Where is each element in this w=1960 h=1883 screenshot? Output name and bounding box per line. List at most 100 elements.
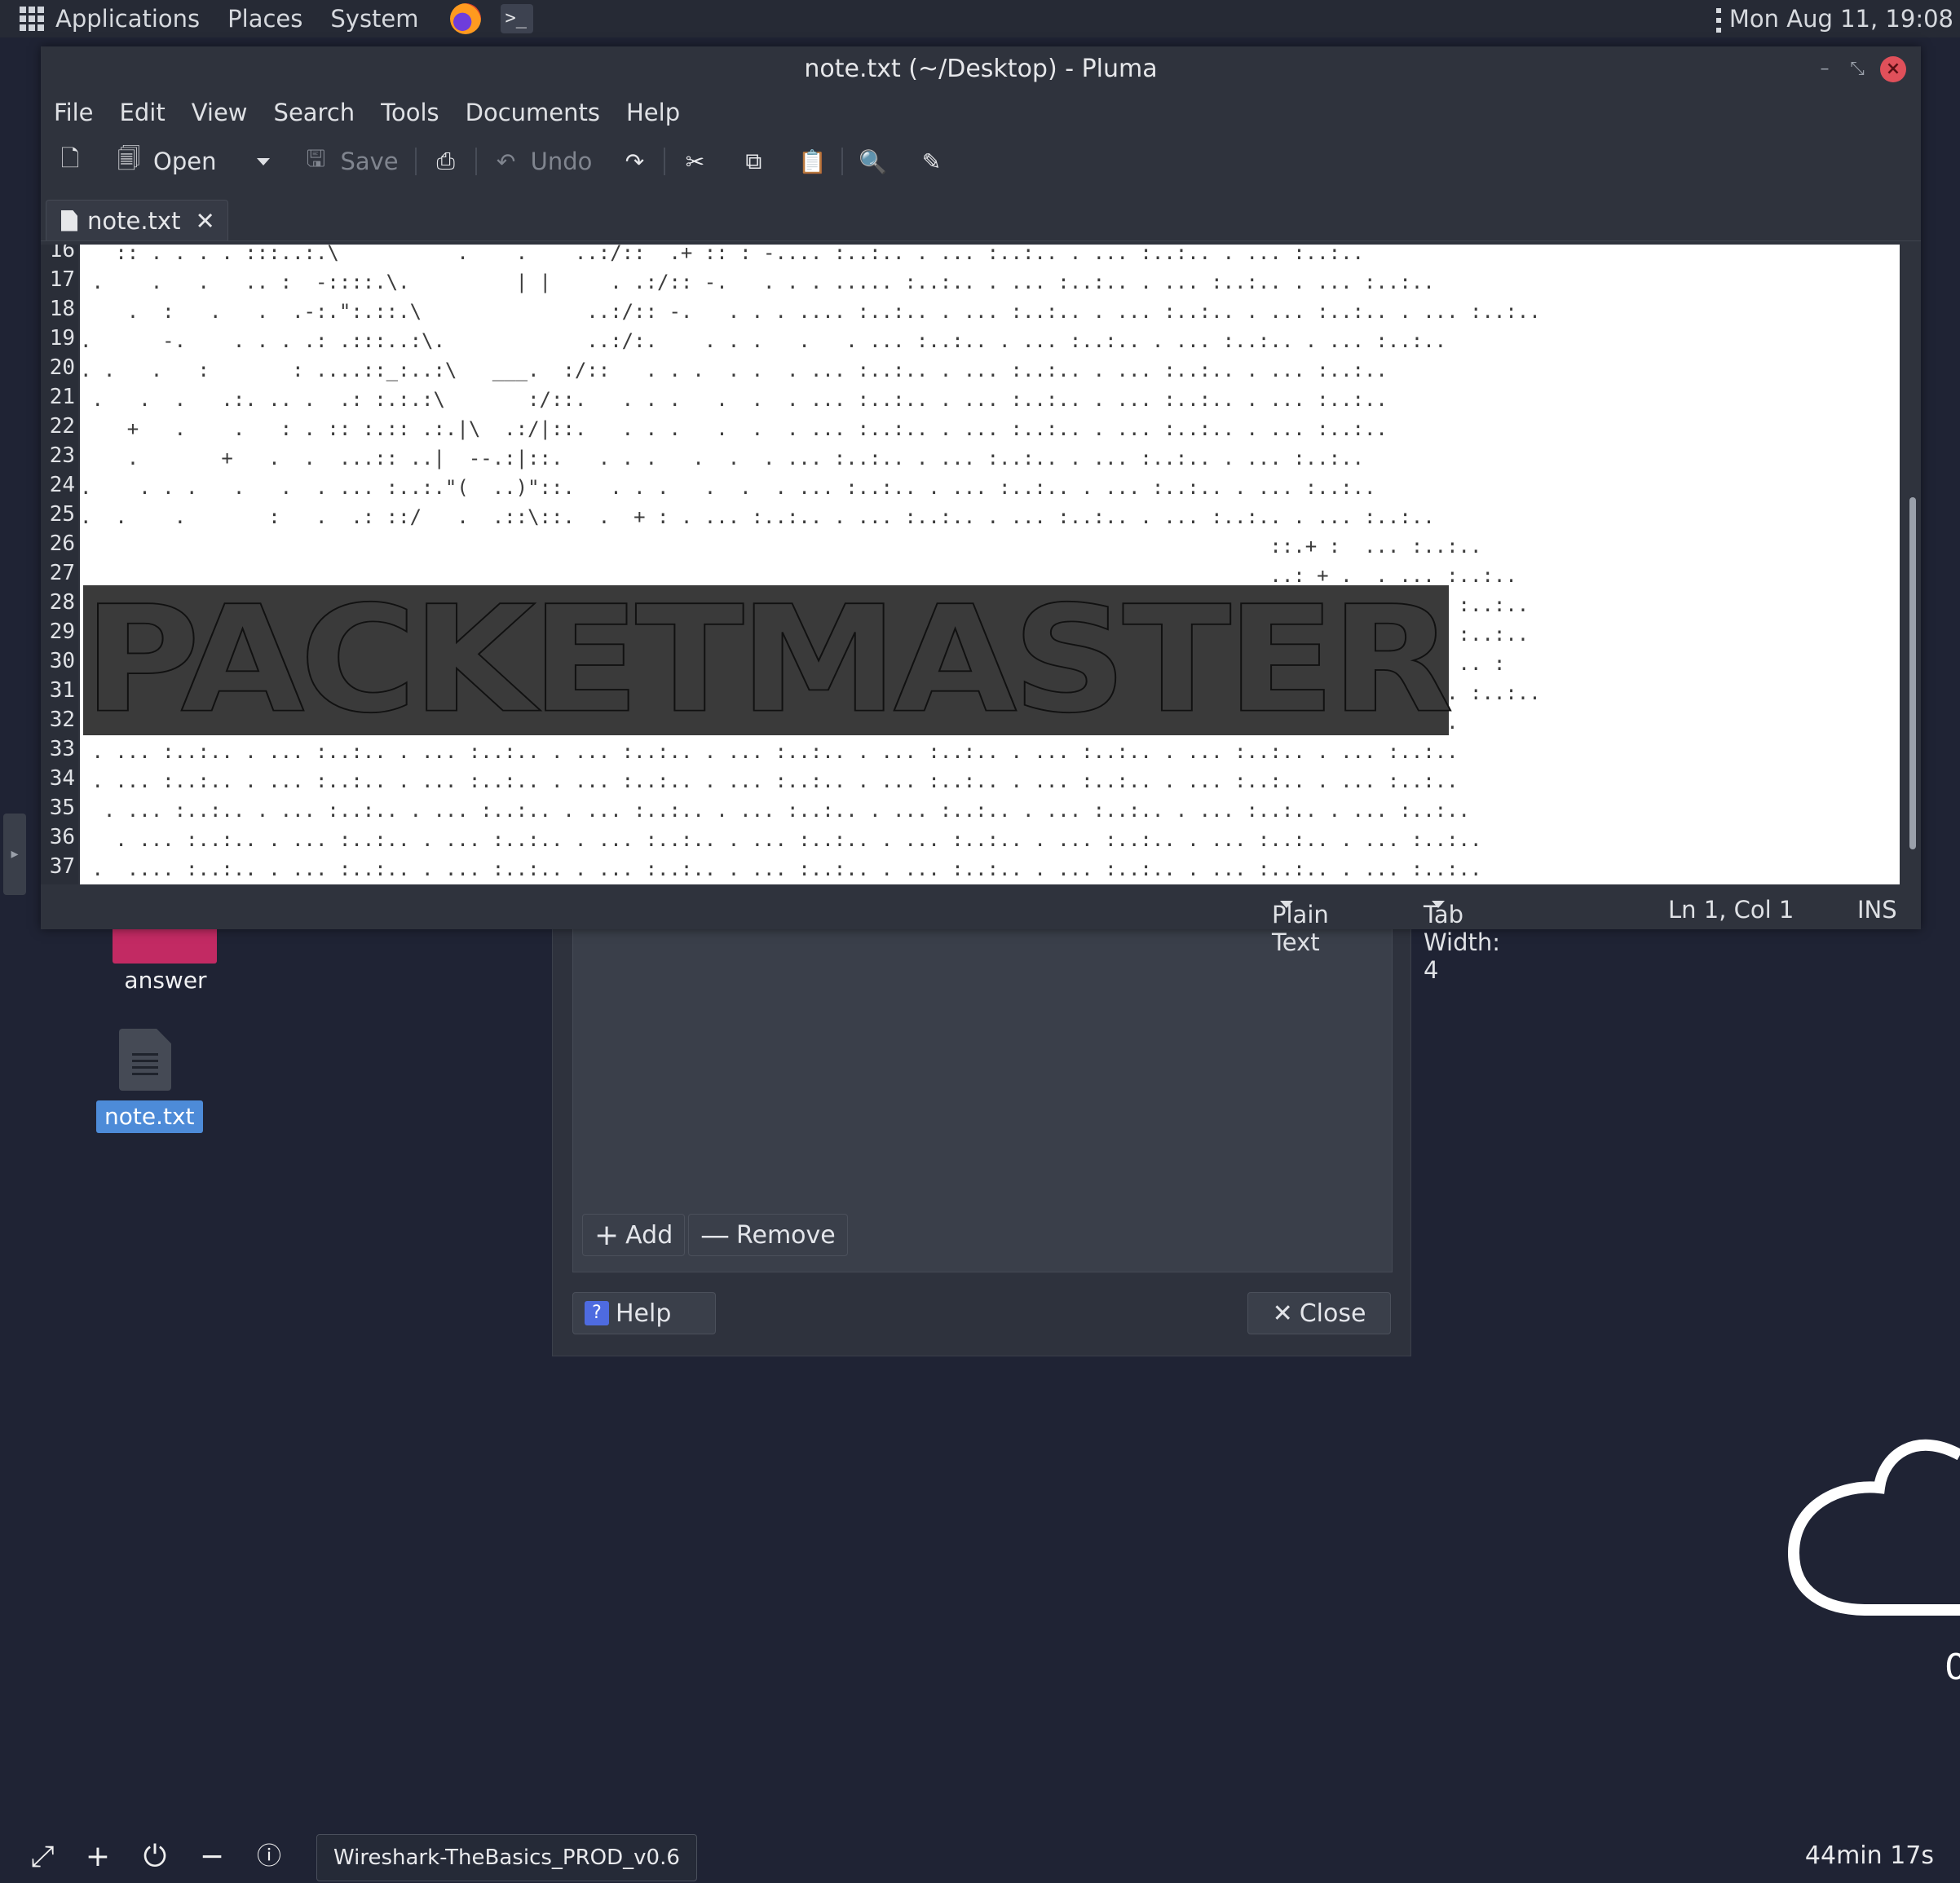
system-menu[interactable]: System [330, 5, 418, 33]
paste-icon: 📋 [797, 148, 827, 175]
line-number: 35 [49, 796, 75, 820]
text-line: . + . . ...:: ..| --.:|::. . . . . . . .… [80, 447, 1364, 470]
line-number: 20 [49, 355, 75, 380]
applications-menu[interactable]: Applications [55, 5, 200, 33]
print-button[interactable]: ⎙ [433, 148, 459, 174]
tab-note-txt[interactable]: note.txt ✕ [46, 200, 228, 240]
plus-icon: + [594, 1218, 620, 1252]
redo-icon: ↷ [625, 148, 645, 175]
text-line: ::.+ : ... :..:.. [80, 535, 1482, 558]
menu-file[interactable]: File [54, 99, 94, 126]
menu-view[interactable]: View [192, 99, 248, 126]
text-line: . . . .:. .. . .: :.:.:\ :/::. . . . . .… [80, 388, 1388, 411]
help-button[interactable]: ? Help [572, 1292, 716, 1334]
line-number: 36 [49, 825, 75, 849]
cut-button[interactable]: ✂ [682, 148, 708, 175]
copy-button[interactable]: ⧉ [740, 148, 766, 174]
line-number: 29 [49, 620, 75, 644]
new-document-icon: 🗋 [60, 145, 80, 172]
plus-icon[interactable]: + [82, 1841, 114, 1873]
cloud-icon [1787, 1439, 1960, 1616]
background-dialog: + Add — Remove ? Help ✕ Close [552, 928, 1411, 1356]
line-number: 33 [49, 737, 75, 761]
chevron-down-icon [1280, 901, 1293, 908]
cloud-text: 0 [1945, 1647, 1960, 1688]
recent-files-dropdown[interactable] [249, 157, 271, 165]
text-line: . ... :..:.. . ... :..:.. . ... :..:.. .… [80, 799, 1471, 822]
save-button[interactable]: 🖫 Save [302, 145, 399, 175]
minimize-icon[interactable]: − [196, 1841, 228, 1873]
tab-width-label: Tab Width: 4 [1424, 901, 1501, 984]
paste-button[interactable]: 📋 [797, 148, 827, 175]
chevron-down-icon [1432, 901, 1445, 908]
toolbar: 🗋 🗐 Open 🖫 Save ⎙ ↶ Undo ↷ ✂ ⧉ 📋 🔍 ✎ [41, 136, 1921, 187]
minus-icon: — [700, 1218, 730, 1252]
minimize-window-icon[interactable]: – [1812, 56, 1838, 82]
remove-button[interactable]: — Remove [688, 1214, 848, 1256]
line-number: 27 [49, 561, 75, 585]
kebab-menu-icon[interactable] [1715, 8, 1721, 33]
insert-mode: INS [1857, 896, 1897, 924]
pluma-window: note.txt (~/Desktop) - Pluma – ⤡ × File … [41, 46, 1921, 984]
redo-button[interactable]: ↷ [621, 148, 647, 175]
task-button[interactable]: Wireshark-TheBasics_PROD_v0.6 [316, 1834, 697, 1881]
toolbar-separator [475, 148, 477, 175]
toolbar-separator [664, 148, 666, 175]
undo-button[interactable]: ↶ Undo [493, 148, 593, 175]
text-editor[interactable]: :: . . . . :::..:.\ . . ..:/:: .+ :: : -… [80, 245, 1900, 884]
left-dock-handle[interactable]: ▸ [3, 814, 26, 895]
clock-text: Mon Aug 11, 19:08 [1728, 5, 1953, 33]
chevron-down-icon [257, 157, 271, 165]
text-file-icon[interactable] [119, 1029, 171, 1091]
info-icon[interactable]: ⓘ [253, 1841, 285, 1873]
desktop-icon-note-label[interactable]: note.txt [96, 1100, 203, 1133]
add-button[interactable]: + Add [582, 1214, 686, 1256]
remove-button-label: Remove [736, 1220, 836, 1250]
find-replace-button[interactable]: ✎ [918, 148, 944, 175]
undo-icon: ↶ [496, 148, 516, 175]
answer-image-icon[interactable] [113, 928, 217, 964]
line-number: 25 [49, 502, 75, 527]
text-line: + . . : . :: :.:: .:.|\ .:/|::. . . . . … [80, 417, 1388, 440]
tab-label: note.txt [87, 206, 181, 235]
clock[interactable]: Mon Aug 11, 19:08 [1715, 0, 1953, 37]
open-button[interactable]: 🗐 Open [116, 145, 216, 175]
status-bar: Plain Text Tab Width: 4 Ln 1, Col 1 INS [41, 891, 1921, 984]
line-number: 21 [49, 385, 75, 409]
menu-documents[interactable]: Documents [466, 99, 600, 126]
tab-bar: note.txt ✕ [41, 193, 1921, 241]
menu-help[interactable]: Help [626, 99, 680, 126]
new-document-button[interactable]: 🗋 [57, 145, 83, 174]
power-icon[interactable]: ⏻ [139, 1841, 171, 1873]
firefox-icon[interactable] [449, 3, 481, 34]
text-line: . . . : . .: ::/ . .::\::. . + : . ... :… [80, 505, 1435, 528]
copy-icon: ⧉ [745, 148, 762, 174]
open-icon: 🗐 [117, 145, 140, 172]
terminal-icon[interactable]: >_ [500, 4, 533, 33]
text-line: . -. . . . .: .:::..:\. ..:/:. . . . . .… [80, 329, 1447, 352]
close-button[interactable]: ✕ Close [1247, 1292, 1391, 1334]
fullscreen-icon[interactable]: ⤢ [26, 1841, 59, 1873]
find-button[interactable]: 🔍 [858, 148, 887, 175]
menu-search[interactable]: Search [274, 99, 355, 126]
help-icon: ? [585, 1301, 609, 1325]
line-number: 30 [49, 649, 75, 673]
maximize-window-icon[interactable]: ⤡ [1844, 56, 1870, 82]
places-menu[interactable]: Places [227, 5, 302, 33]
menu-edit[interactable]: Edit [120, 99, 166, 126]
menu-tools[interactable]: Tools [381, 99, 439, 126]
save-icon: 🖫 [306, 145, 326, 172]
search-icon: 🔍 [858, 148, 887, 175]
tab-close-icon[interactable]: ✕ [195, 207, 214, 235]
text-line: :: . . . . :::..:.\ . . ..:/:: .+ :: : -… [80, 245, 1364, 264]
vertical-scrollbar[interactable] [1909, 497, 1916, 849]
find-replace-icon: ✎ [921, 148, 942, 175]
text-line: . .... :..:.. . ... :..:.. . ... :..:.. … [80, 858, 1482, 880]
window-title: note.txt (~/Desktop) - Pluma [804, 55, 1158, 83]
line-number: 19 [49, 326, 75, 351]
desktop-icon-answer-label[interactable]: answer [113, 967, 219, 994]
close-button-label: Close [1299, 1299, 1366, 1328]
line-number: 17 [49, 267, 75, 292]
applications-grid-icon[interactable] [20, 7, 44, 31]
close-window-icon[interactable]: × [1880, 56, 1906, 82]
